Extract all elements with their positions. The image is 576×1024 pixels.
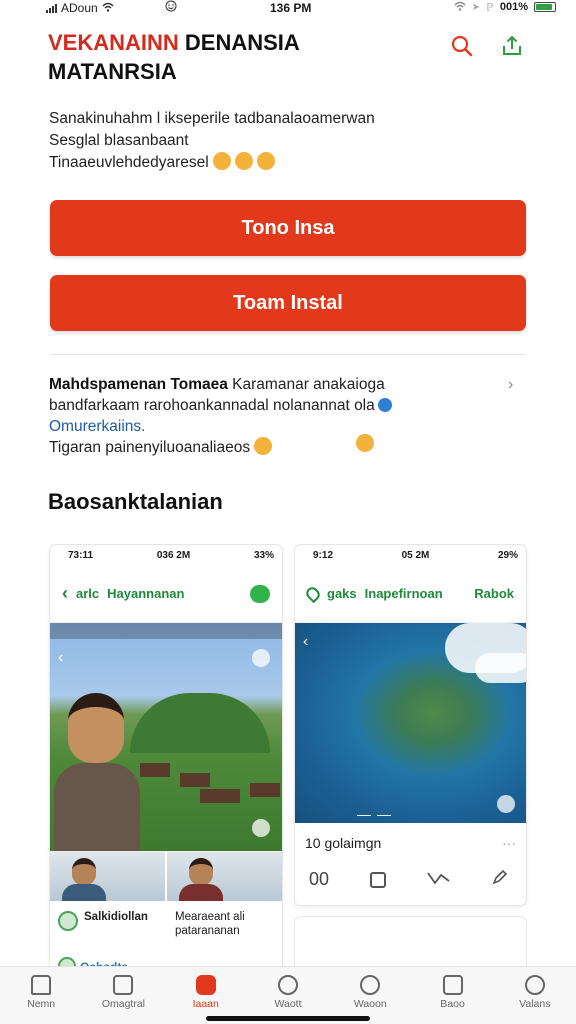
tool-label[interactable]: 00 bbox=[309, 869, 329, 890]
screenshot-card[interactable]: 9:12 05 2M 29% gaks Inapefirnoan Rabok ‹… bbox=[295, 545, 526, 905]
emoji-icon bbox=[212, 152, 231, 170]
info-text: Karamanar anakaioga bbox=[227, 376, 385, 393]
wifi-icon bbox=[454, 0, 466, 14]
page-title: VEKANAINN DENANSIA MATANRSIA bbox=[48, 28, 428, 86]
info-heading: Mahdspamenan Tomaea bbox=[49, 376, 228, 393]
page-indicator: —— bbox=[357, 806, 397, 822]
leaf-icon bbox=[58, 911, 78, 931]
location-pin-icon bbox=[377, 398, 392, 412]
emoji-icon bbox=[234, 152, 253, 170]
back-arrow-icon: ‹ bbox=[303, 633, 309, 650]
search-icon[interactable] bbox=[450, 34, 474, 58]
emoji-icon bbox=[256, 152, 275, 170]
title-rest: DENANSIA bbox=[178, 30, 300, 55]
list-item: Salkidiollan bbox=[50, 901, 165, 951]
book-icon bbox=[442, 975, 463, 995]
chevron-right-icon[interactable]: › bbox=[508, 376, 513, 394]
status-left: ADoun bbox=[46, 1, 114, 15]
mini-status-bar: 9:12 05 2M 29% bbox=[313, 549, 518, 561]
status-bar: ADoun 136 PM ➤ ℙ 001% bbox=[0, 0, 576, 16]
mini-nav-title: Inapefirnoan bbox=[364, 586, 443, 601]
map-image: ‹ —— bbox=[295, 623, 526, 823]
tab-library[interactable]: Baoo bbox=[411, 967, 493, 1024]
tab-profile[interactable]: Valans bbox=[494, 967, 576, 1024]
smiley-icon bbox=[165, 0, 177, 15]
mini-nav-left: gaks bbox=[327, 586, 357, 601]
home-indicator bbox=[206, 1016, 370, 1021]
cloud bbox=[475, 653, 526, 683]
mini-nav-left: arlc bbox=[76, 586, 100, 601]
info-block[interactable]: Mahdspamenan Tomaea Karamanar anakaioga … bbox=[49, 374, 409, 458]
tab-category[interactable]: Omagtral bbox=[82, 967, 164, 1024]
photo-status-bar bbox=[50, 623, 282, 639]
info-text: Tigaran painenyiluoanaliaeos bbox=[49, 439, 251, 456]
chart-icon[interactable] bbox=[427, 869, 451, 890]
divider bbox=[50, 354, 526, 355]
primary-button[interactable]: Tono Insa bbox=[50, 200, 526, 256]
apps-icon bbox=[195, 975, 216, 995]
battery-label: 001% bbox=[499, 1, 528, 13]
emoji-icon bbox=[254, 437, 273, 455]
pin-outline-icon bbox=[303, 584, 323, 603]
list-item: Mearaeant ali patarananan bbox=[175, 911, 245, 937]
chat-icon bbox=[250, 584, 270, 603]
thumbnail bbox=[167, 852, 282, 901]
chat-bubble-icon bbox=[252, 819, 270, 837]
info-text: bandfarkaam rarohoankannadal nolanannat … bbox=[49, 397, 375, 414]
description-line: Sanakinuhahm l ikseperile tadbanalaoamer… bbox=[49, 110, 375, 127]
location-icon: ➤ bbox=[471, 1, 481, 13]
globe-icon bbox=[497, 795, 515, 813]
mini-nav-title: Hayannanan bbox=[107, 586, 185, 601]
info-link[interactable]: Omurerkaiins. bbox=[49, 416, 409, 437]
description-line: Sesglal blasanbaant bbox=[49, 132, 189, 149]
install-button[interactable]: Toam Instal bbox=[50, 275, 526, 331]
mini-status-bar: 73:11 036 2M 33% bbox=[68, 549, 274, 561]
more-icon[interactable]: ··· bbox=[502, 835, 516, 851]
emoji-icon bbox=[356, 434, 374, 452]
pen-icon[interactable] bbox=[492, 869, 508, 890]
person-portrait bbox=[54, 693, 140, 851]
expand-icon bbox=[252, 649, 270, 667]
card-toolbar: 00 bbox=[295, 855, 526, 890]
list-grid: Salkidiollan Mearaeant ali patarananan bbox=[50, 901, 282, 951]
back-arrow-icon: ‹ bbox=[58, 649, 64, 666]
title-line2: MATANRSIA bbox=[48, 59, 177, 84]
mini-nav-bar: ‹ arlc Hayannanan bbox=[50, 565, 282, 623]
bluetooth-icon: ℙ bbox=[486, 1, 494, 14]
search-icon bbox=[360, 975, 381, 995]
wifi-icon bbox=[102, 1, 114, 15]
landscape-photo: ‹ bbox=[50, 623, 282, 851]
mini-nav-right: Rabok bbox=[474, 586, 514, 601]
home-icon bbox=[31, 975, 52, 995]
back-icon: ‹ bbox=[62, 583, 68, 603]
profile-icon bbox=[524, 975, 545, 995]
signal-icon bbox=[46, 3, 57, 13]
plus-icon bbox=[277, 975, 298, 995]
hut bbox=[250, 783, 280, 797]
carrier-label: ADoun bbox=[61, 1, 98, 15]
mini-nav-bar: gaks Inapefirnoan Rabok bbox=[295, 565, 526, 623]
thumbnail-row bbox=[50, 851, 282, 901]
image-caption: 10 golaimgn ··· bbox=[305, 835, 516, 851]
share-icon[interactable] bbox=[500, 34, 524, 58]
square-icon[interactable] bbox=[370, 871, 387, 888]
section-title: Baosanktalanian bbox=[48, 489, 223, 514]
status-time: 136 PM bbox=[270, 1, 312, 15]
hut bbox=[140, 763, 170, 777]
title-accent: VEKANAINN bbox=[48, 30, 179, 55]
tab-home[interactable]: Nemn bbox=[0, 967, 82, 1024]
description-line: Tinaaeuvlehdedyaresel bbox=[49, 152, 429, 174]
hut bbox=[200, 789, 240, 803]
hill bbox=[130, 693, 270, 753]
image-icon bbox=[113, 975, 134, 995]
battery-icon bbox=[534, 2, 556, 12]
thumbnail bbox=[50, 852, 165, 901]
app-description: Sanakinuhahm l ikseperile tadbanalaoamer… bbox=[49, 108, 429, 174]
hut bbox=[180, 773, 210, 787]
status-right: ➤ ℙ 001% bbox=[454, 0, 556, 14]
screenshot-card[interactable]: 73:11 036 2M 33% ‹ arlc Hayannanan ‹ Sal… bbox=[50, 545, 282, 985]
